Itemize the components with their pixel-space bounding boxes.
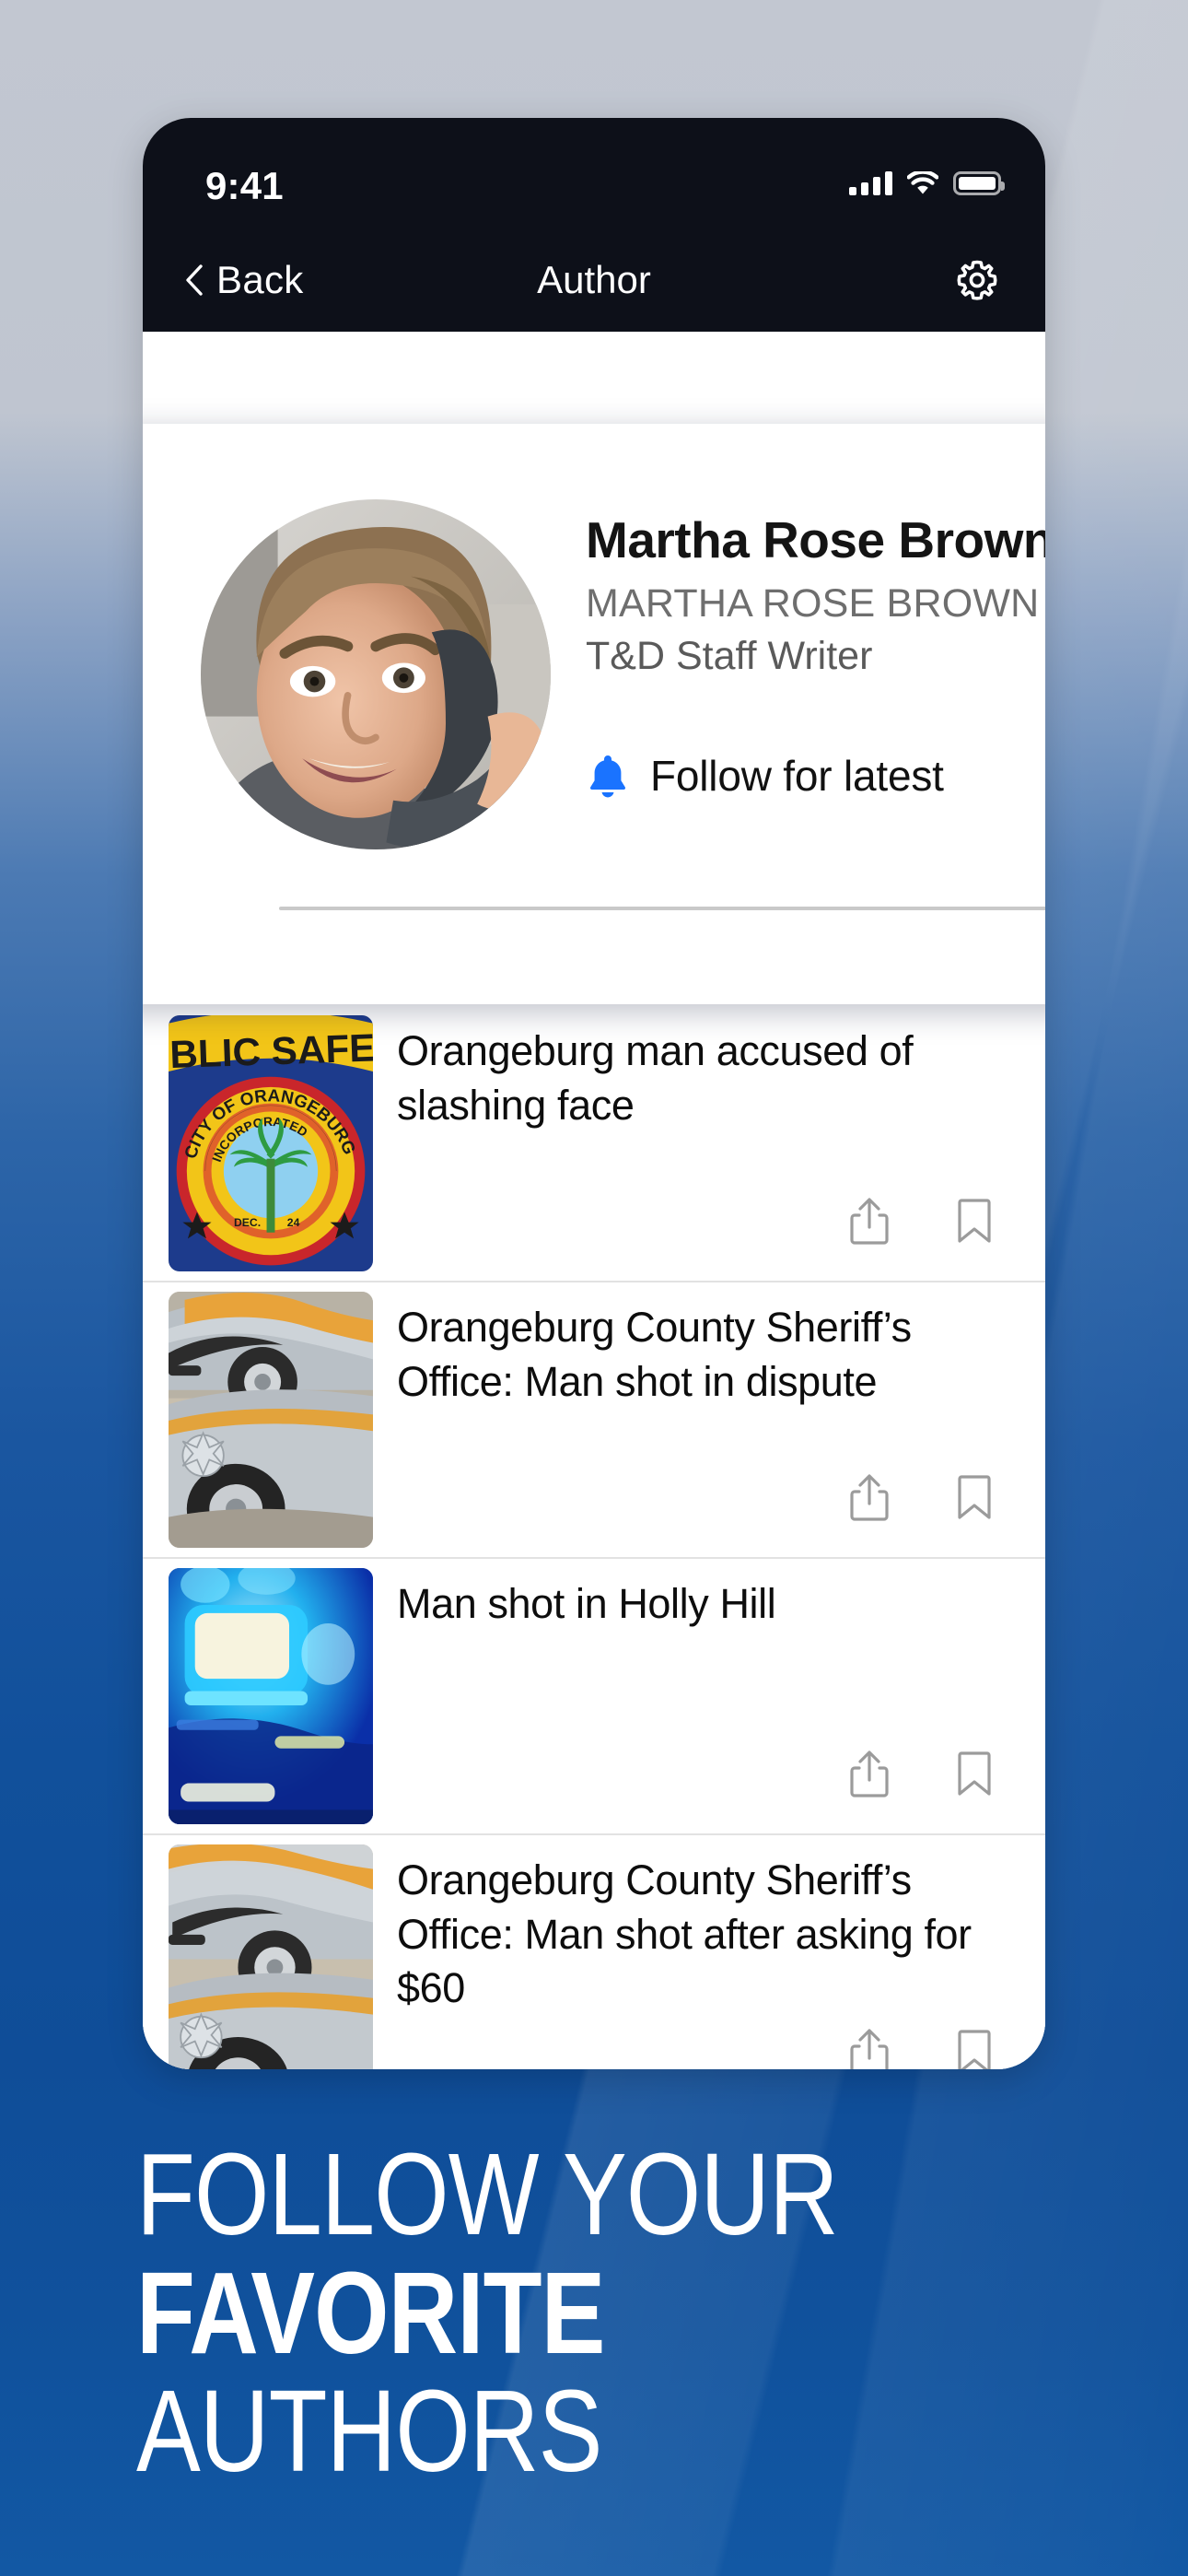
article-body: Orangeburg County Sheriff’s Office: Man …	[373, 1844, 1001, 2069]
bell-icon	[589, 755, 626, 798]
list-item[interactable]: Man shot in Holly Hill	[143, 1559, 1045, 1835]
list-item[interactable]: Orangeburg County Sheriff’s Office: Man …	[143, 1835, 1045, 2069]
author-byline: MARTHA ROSE BROWN	[586, 580, 1040, 626]
article-title: Orangeburg man accused of slashing face	[397, 1027, 914, 1129]
author-identity: Martha Rose Brown MARTHA ROSE BROWN T&D …	[586, 511, 1045, 681]
article-body: Orangeburg man accused of slashing face	[373, 1015, 1001, 1271]
follow-for-latest-button[interactable]: Follow for latest	[586, 751, 944, 801]
list-item[interactable]: UBLIC SAFET CITY OF ORANGEBURG INCORPORA…	[143, 1006, 1045, 1282]
list-item[interactable]: Orangeburg County Sheriff’s Office: Man …	[143, 1282, 1045, 1559]
follow-label: Follow for latest	[650, 752, 944, 800]
gear-icon[interactable]	[953, 256, 1001, 304]
bookmark-icon[interactable]	[953, 2027, 996, 2069]
author-name: Martha Rose Brown	[586, 511, 1045, 568]
chevron-left-icon	[186, 264, 203, 296]
back-button-label: Back	[216, 258, 304, 301]
status-bar: 9:41	[143, 118, 1045, 228]
article-actions	[848, 1472, 996, 1522]
author-role: T&D Staff Writer	[586, 634, 873, 679]
article-title: Orangeburg County Sheriff’s Office: Man …	[397, 1304, 912, 1405]
svg-text:DEC.: DEC.	[234, 1216, 261, 1229]
cellular-bars-icon	[849, 171, 892, 195]
author-page-body: Martha Rose Brown MARTHA ROSE BROWN T&D …	[143, 332, 1045, 2069]
article-title: Man shot in Holly Hill	[397, 1580, 776, 1627]
article-body: Orangeburg County Sheriff’s Office: Man …	[373, 1292, 1001, 1548]
marketing-caption: FOLLOW YOUR FAVORITE AUTHORS	[136, 2129, 1057, 2497]
article-actions	[848, 1749, 996, 1798]
author-profile-card: Martha Rose Brown MARTHA ROSE BROWN T&D …	[143, 424, 1045, 1004]
svg-text:UBLIC SAFET: UBLIC SAFET	[169, 1025, 373, 1078]
share-icon[interactable]	[848, 1472, 891, 1522]
phone-mockup: 9:41 Back Author Martha Rose Brown MARTH…	[143, 118, 1045, 2069]
bookmark-icon[interactable]	[953, 1196, 996, 1246]
author-photo	[201, 499, 551, 849]
article-list[interactable]: UBLIC SAFET CITY OF ORANGEBURG INCORPORA…	[143, 1006, 1045, 2069]
back-button[interactable]: Back	[185, 258, 304, 302]
card-divider	[279, 907, 1045, 910]
article-actions	[848, 2027, 996, 2069]
bookmark-icon[interactable]	[953, 1749, 996, 1798]
svg-text:24: 24	[287, 1216, 300, 1229]
orangeburg-public-safety-seal: UBLIC SAFET CITY OF ORANGEBURG INCORPORA…	[169, 1015, 373, 1271]
wifi-icon	[907, 171, 938, 194]
article-body: Man shot in Holly Hill	[373, 1568, 1001, 1824]
article-title: Orangeburg County Sheriff’s Office: Man …	[397, 1856, 972, 2011]
article-actions	[848, 1196, 996, 1246]
sheriff-patrol-car	[169, 1844, 373, 2069]
share-icon[interactable]	[848, 2027, 891, 2069]
article-thumbnail	[169, 1568, 373, 1824]
article-thumbnail: UBLIC SAFET CITY OF ORANGEBURG INCORPORA…	[169, 1015, 373, 1271]
battery-full-icon	[953, 171, 1005, 195]
share-icon[interactable]	[848, 1196, 891, 1246]
bookmark-icon[interactable]	[953, 1472, 996, 1522]
article-thumbnail	[169, 1844, 373, 2069]
article-thumbnail	[169, 1292, 373, 1548]
avatar	[201, 499, 551, 849]
navigation-bar: Back Author	[143, 228, 1045, 332]
caption-line-1: FOLLOW YOUR	[136, 2129, 839, 2259]
share-icon[interactable]	[848, 1749, 891, 1798]
status-bar-icons	[849, 164, 1005, 195]
sheriff-patrol-car	[169, 1292, 373, 1548]
caption-line-3: AUTHORS	[136, 2366, 602, 2497]
police-blue-lights	[169, 1568, 373, 1824]
caption-line-2: FAVORITE	[136, 2247, 605, 2378]
status-bar-clock: 9:41	[205, 164, 284, 207]
